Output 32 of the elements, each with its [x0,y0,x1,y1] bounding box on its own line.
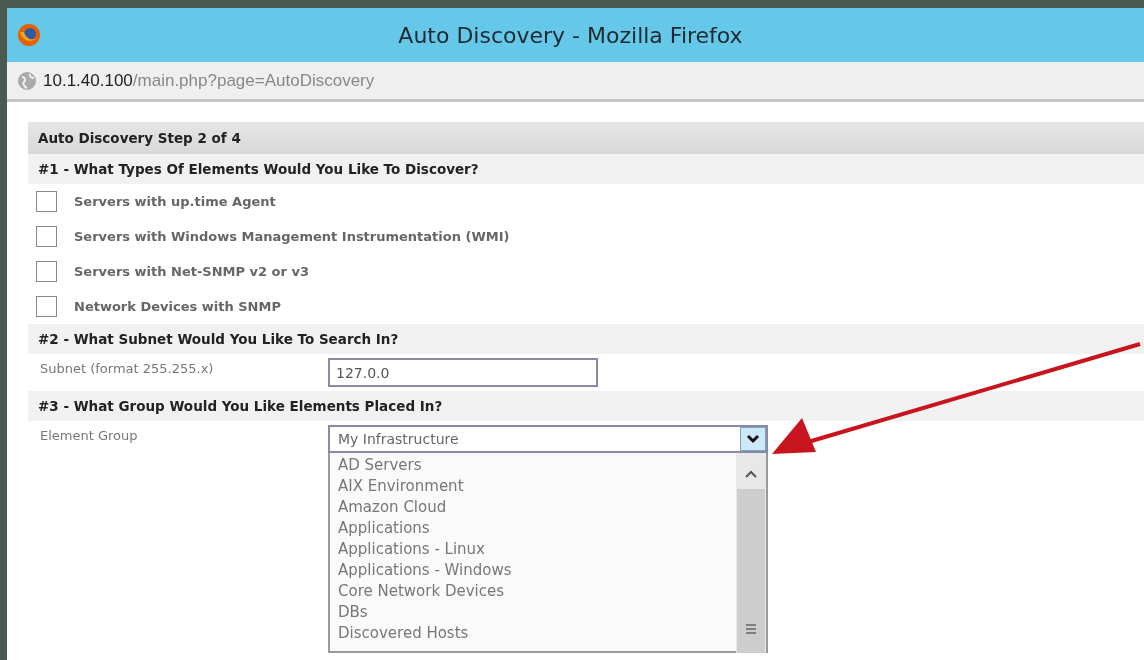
field-label: Element Group [40,427,139,445]
browser-logo-icon [17,23,41,47]
checkbox-label: Servers with Net-SNMP v2 or v3 [74,264,309,279]
subnet-field[interactable]: 127.0.0 [328,358,598,387]
dropdown-option[interactable]: Applications - Linux [338,539,728,560]
checkbox-label: Network Devices with SNMP [74,299,281,314]
checkbox[interactable] [36,261,57,282]
checkbox[interactable] [36,296,57,317]
window-title: Auto Discovery - Mozilla Firefox [397,22,744,48]
checkbox-label: Servers with up.time Agent [74,194,276,209]
scrollbar-drawing[interactable] [736,453,766,653]
dropdown-option[interactable]: Amazon Cloud [338,497,728,518]
section-title: #2 - What Subnet Would You Like To Search In? [28,324,1144,354]
url-text: 10.1.40.100/main.php?page=AutoDiscovery [43,70,375,91]
dropdown-option[interactable]: Applications [338,518,728,539]
field-label: Subnet (format 255.255.x) [40,360,215,378]
checkbox-label: Servers with Windows Management Instrumentation (WMI) [74,229,510,244]
dropdown-option[interactable]: AIX Environment [338,476,728,497]
dropdown-option[interactable]: Discovered Hosts [338,623,728,644]
checkbox[interactable] [36,191,57,212]
address-bar[interactable]: 10.1.40.100/main.php?page=AutoDiscovery [7,62,1144,102]
dropdown-option[interactable]: Applications - Windows [338,560,728,581]
section-title: #3 - What Group Would You Like Elements Placed In? [28,391,1144,421]
dropdown-option[interactable]: Core Network Devices [338,581,728,602]
group-select[interactable]: My Infrastructure [328,425,768,453]
section-title: #1 - What Types Of Elements Would You Like To Discover? [28,154,1144,184]
globe-icon [17,70,37,91]
checkbox[interactable] [36,226,57,247]
dropdown-option[interactable]: AD Servers [338,455,728,476]
dropdown-option[interactable]: DBs [338,602,728,623]
dropdown-icon[interactable] [740,427,766,451]
step-heading: Auto Discovery Step 2 of 4 [28,122,1144,154]
